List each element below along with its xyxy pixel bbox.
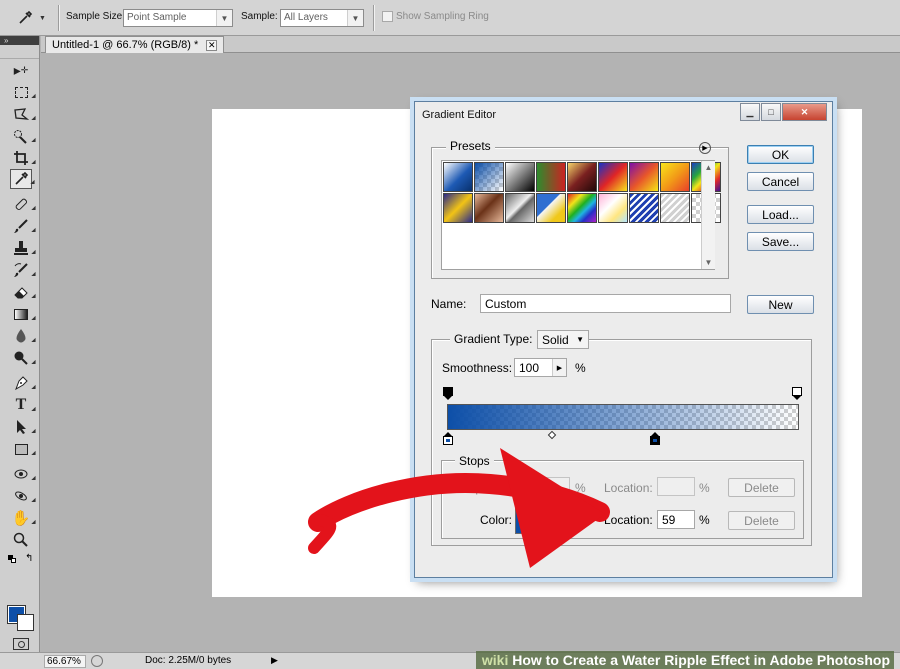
watermark: wiki How to Create a Water Ripple Effect… — [475, 651, 894, 669]
watermark-title: How to Create a Water Ripple Effect in A… — [512, 652, 890, 668]
annotation-arrow — [308, 448, 610, 568]
arrow-tail — [308, 514, 337, 554]
watermark-brand: wiki — [481, 652, 509, 668]
zoom-level[interactable]: 66.67% — [44, 655, 86, 668]
doc-size-info: Doc: 2.25M/0 bytes — [145, 655, 232, 666]
play-icon[interactable]: ▶ — [271, 655, 281, 667]
info-icon[interactable] — [91, 655, 103, 667]
arrow-head — [500, 448, 605, 568]
